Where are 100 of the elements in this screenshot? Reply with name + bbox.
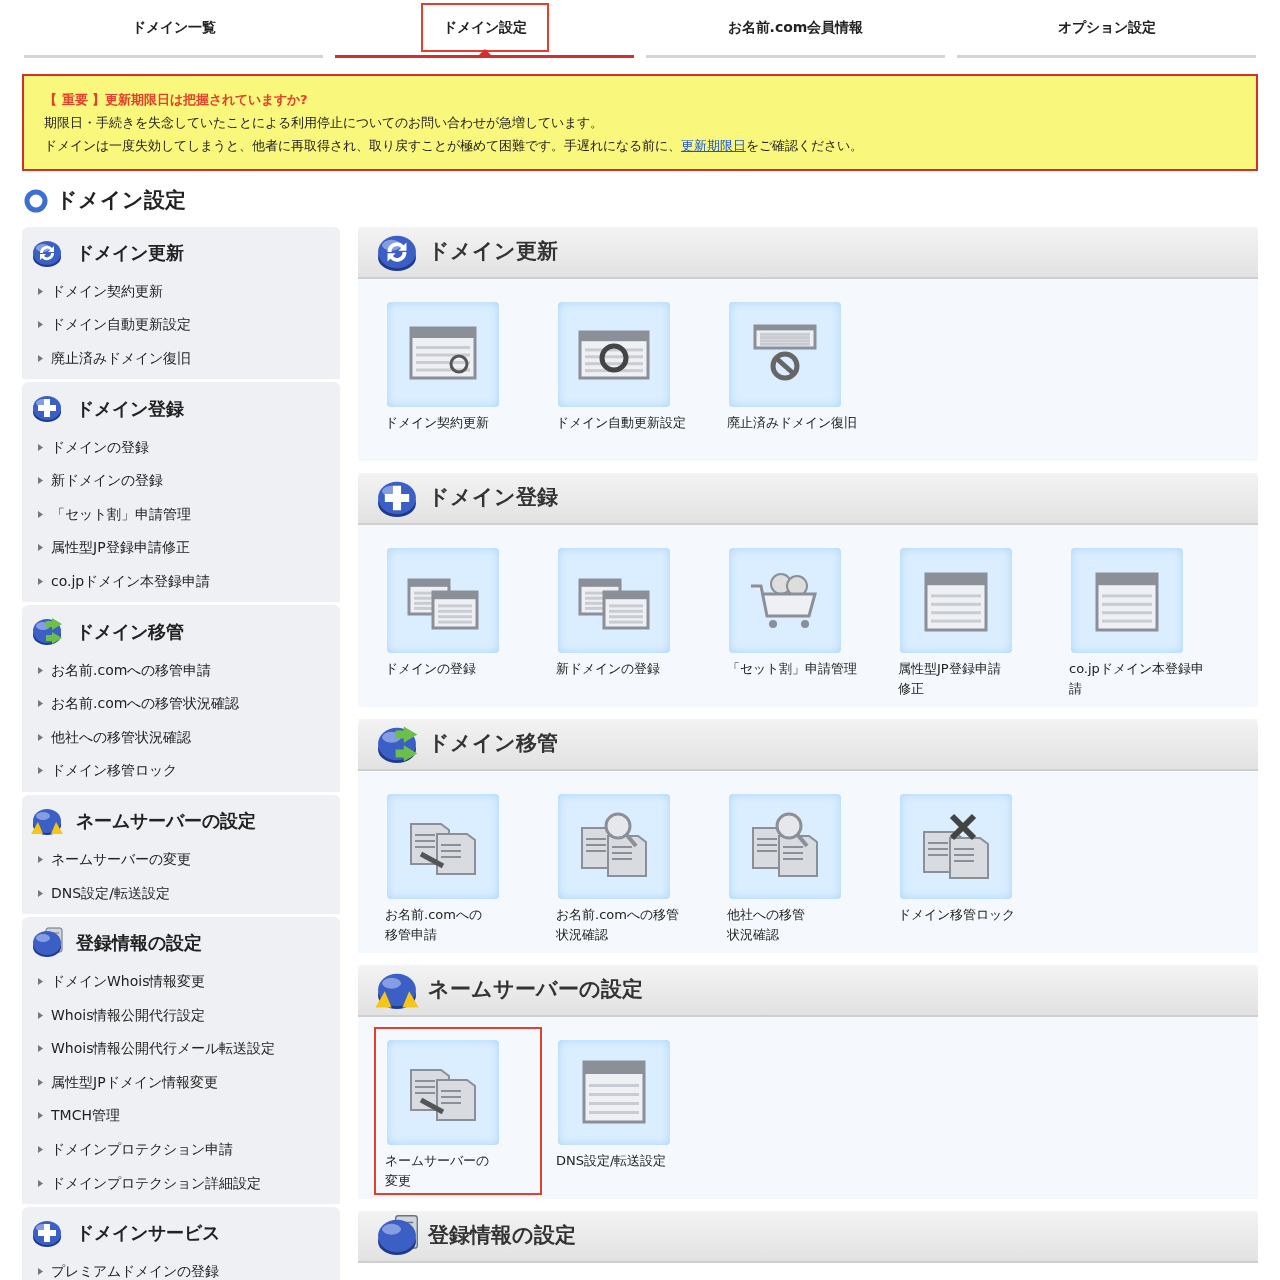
- sidebar-heading: ドメイン更新: [76, 241, 184, 265]
- tile-label: 状況確認: [556, 925, 609, 944]
- shortcut-tile[interactable]: お名前.comへの移管 状況確認: [545, 780, 713, 949]
- tile-label: お名前.comへの移管: [556, 905, 680, 924]
- tab[interactable]: オプション設定: [1035, 3, 1178, 52]
- sidebar-link[interactable]: ドメイン移管ロック: [51, 760, 177, 782]
- section-title: ネームサーバーの設定: [428, 975, 643, 1003]
- sidebar-link[interactable]: ドメインプロテクション詳細設定: [51, 1172, 261, 1194]
- shortcut-tile[interactable]: co.jpドメイン本登録申 請: [1058, 534, 1226, 703]
- bullet-icon: [38, 1146, 43, 1154]
- tile-label: DNS設定/転送設定: [556, 1151, 668, 1170]
- section-title: ドメイン移管: [428, 729, 558, 757]
- sidebar-link[interactable]: ドメイン自動更新設定: [51, 314, 191, 336]
- sidebar-heading: ネームサーバーの設定: [76, 809, 256, 834]
- sidebar-link[interactable]: 属性型JP登録申請修正: [51, 537, 190, 559]
- sidebar-link[interactable]: ドメインWhois情報変更: [51, 971, 206, 993]
- bullet-icon: [38, 477, 43, 485]
- shortcut-tile[interactable]: ドメインの登録: [374, 534, 542, 703]
- shortcut-tile[interactable]: 属性型JP登録申請 修正: [887, 534, 1055, 703]
- sidebar-heading: ドメインサービス: [76, 1221, 220, 1246]
- shortcut-tile[interactable]: 「セット割」申請管理: [716, 534, 884, 703]
- tile-label: 請: [1069, 679, 1083, 698]
- shortcut-tile[interactable]: ドメイン移管ロック: [887, 780, 1055, 949]
- bullet-icon: [38, 978, 43, 986]
- bullet-icon: [38, 355, 43, 362]
- bullet-icon: [38, 577, 43, 585]
- bullet-icon: [38, 510, 43, 518]
- tile-label: 新ドメインの登録: [556, 659, 661, 678]
- document-icon: [30, 925, 64, 960]
- bullet-icon: [38, 321, 43, 329]
- notice-heading: 【 重要 】更新期限日は把握されていますか?: [44, 91, 309, 109]
- sidebar-link[interactable]: Whois情報公開代行メール転送設定: [51, 1038, 276, 1060]
- bullet-icon: [38, 1045, 43, 1053]
- bullet-icon: [38, 1112, 43, 1120]
- bullet-icon: [38, 666, 43, 674]
- sidebar-link[interactable]: ドメインプロテクション申請: [51, 1139, 233, 1161]
- notice-text: をご確認ください。: [746, 137, 863, 155]
- shortcut-tile[interactable]: 新ドメインの登録: [545, 534, 713, 703]
- tab[interactable]: お名前.com会員情報: [705, 3, 886, 52]
- sidebar-link[interactable]: お名前.comへの移管申請: [51, 659, 212, 681]
- sidebar-heading: ドメイン移管: [76, 619, 184, 644]
- tile-label: 修正: [898, 679, 925, 698]
- section-title: 登録情報の設定: [428, 1221, 576, 1249]
- bullet-icon: [38, 1011, 43, 1019]
- sidebar-link[interactable]: 廃止済みドメイン復旧: [51, 348, 191, 369]
- renewal-date-link[interactable]: 更新期限日: [681, 134, 746, 157]
- sidebar-link[interactable]: co.jpドメイン本登録申請: [51, 570, 211, 592]
- tile-label: ドメイン自動更新設定: [556, 413, 687, 432]
- shortcut-tile[interactable]: 廃止済みドメイン復旧: [716, 288, 884, 457]
- tile-label: ドメイン移管ロック: [898, 905, 1016, 924]
- tile-label: ネームサーバーの: [385, 1151, 490, 1170]
- shortcut-tile[interactable]: DNS設定/転送設定: [545, 1026, 713, 1195]
- section-title: ドメイン登録: [428, 483, 558, 511]
- sidebar-link[interactable]: プレミアムドメインの登録: [51, 1261, 219, 1280]
- sidebar-link[interactable]: Whois情報公開代行設定: [51, 1004, 206, 1026]
- tile-label: 廃止済みドメイン復旧: [727, 413, 858, 432]
- tab[interactable]: ドメイン設定: [420, 3, 549, 52]
- tile-label: ドメイン契約更新: [385, 413, 490, 432]
- tab[interactable]: ドメイン一覧: [109, 3, 238, 52]
- notice-text: ドメインは一度失効してしまうと、他者に再取得され、取り戻すことが極めて困難です。手遅れになる前に、: [44, 137, 681, 155]
- tile-label: 他社への移管: [727, 905, 806, 924]
- bullet-icon: [38, 700, 43, 708]
- shortcut-tile[interactable]: お名前.comへの 移管申請: [374, 780, 542, 949]
- tile-label: 属性型JP登録申請: [898, 659, 1002, 678]
- tile-label: co.jpドメイン本登録申: [1069, 659, 1205, 678]
- sidebar-link[interactable]: ネームサーバーの変更: [51, 848, 191, 870]
- tile-label: 「セット割」申請管理: [727, 659, 858, 678]
- section-title: ドメイン更新: [428, 237, 558, 265]
- shortcut-tile[interactable]: ネームサーバーの 変更: [374, 1026, 542, 1195]
- shortcut-tile[interactable]: 他社への移管 状況確認: [716, 780, 884, 949]
- tile-label: 移管申請: [385, 925, 438, 944]
- tile-label: ドメインの登録: [385, 659, 477, 678]
- sidebar-heading: 登録情報の設定: [76, 931, 202, 956]
- sidebar-link[interactable]: 属性型JPドメイン情報変更: [51, 1071, 218, 1093]
- bullet-icon: [38, 1268, 43, 1276]
- sidebar-link[interactable]: DNS設定/転送設定: [51, 882, 170, 904]
- bullet-icon: [38, 544, 43, 552]
- page-title: ドメイン設定: [56, 187, 186, 214]
- sidebar-link[interactable]: お名前.comへの移管状況確認: [51, 693, 240, 715]
- sidebar-heading: ドメイン登録: [76, 396, 184, 421]
- tile-label: 状況確認: [727, 925, 780, 944]
- tile-label: お名前.comへの: [385, 905, 483, 924]
- sidebar-link[interactable]: 他社への移管状況確認: [51, 726, 191, 748]
- bullet-icon: [38, 767, 43, 775]
- sidebar-link[interactable]: TMCH管理: [51, 1105, 120, 1127]
- shortcut-tile[interactable]: ドメイン自動更新設定: [545, 288, 713, 457]
- sidebar-link[interactable]: 「セット割」申請管理: [51, 503, 191, 525]
- bullet-icon: [38, 443, 43, 451]
- sidebar-link[interactable]: 新ドメインの登録: [51, 470, 163, 492]
- bullet-icon: [38, 855, 43, 863]
- sidebar-link[interactable]: ドメインの登録: [51, 436, 149, 458]
- bullet-icon: [38, 287, 43, 295]
- bullet-icon: [38, 889, 43, 897]
- ring-icon: [24, 188, 48, 213]
- notice-text: 期限日・手続きを失念していたことによる利用停止についてのお問い合わせが急増しています。: [44, 114, 604, 132]
- sidebar-link[interactable]: ドメイン契約更新: [51, 280, 163, 302]
- bullet-icon: [38, 1078, 43, 1086]
- shortcut-tile[interactable]: ドメイン契約更新: [374, 288, 542, 457]
- bullet-icon: [38, 733, 43, 741]
- bullet-icon: [38, 1179, 43, 1187]
